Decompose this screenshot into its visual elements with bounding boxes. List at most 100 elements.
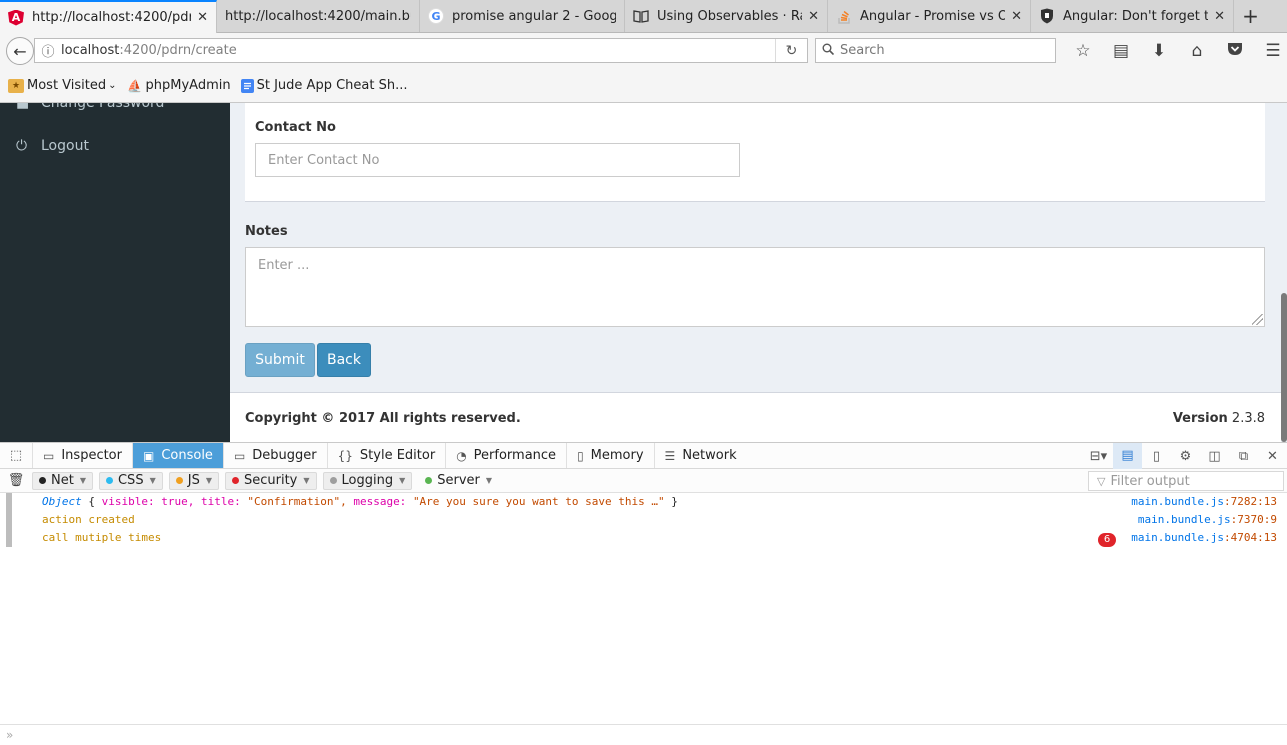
tab-title: Using Observables · Rang <box>657 8 802 24</box>
filter-label: JS <box>187 473 200 488</box>
object-key: title: <box>200 495 241 508</box>
menu-icon[interactable]: ☰ <box>1254 41 1287 61</box>
console-log-row: Object { visible: true, title: "Confirma… <box>0 493 1287 511</box>
chevron-down-icon: ▼ <box>303 476 310 485</box>
reload-icon[interactable]: ↻ <box>775 39 807 62</box>
browser-tab[interactable]: Using Observables · Rang ✕ <box>625 0 828 32</box>
source-file: main.bundle.js <box>1137 513 1231 526</box>
filter-net-button[interactable]: Net ▼ <box>32 471 93 490</box>
contact-no-input[interactable]: Enter Contact No <box>255 143 740 177</box>
devtools-tab-label: Inspector <box>61 448 122 463</box>
log-indicator <box>6 529 12 547</box>
log-message[interactable]: Object { visible: true, title: "Confirma… <box>42 495 678 508</box>
stackoverflow-icon <box>836 8 852 24</box>
responsive-mode-icon[interactable]: ▯ <box>1142 449 1171 464</box>
log-source-link[interactable]: main.bundle.js:7282:13 <box>1131 495 1277 508</box>
clear-console-icon[interactable]: 🗑 <box>0 473 32 488</box>
new-tab-button[interactable]: + <box>1234 0 1267 32</box>
power-icon: ⏻ <box>16 138 28 154</box>
separate-window-icon[interactable]: ⧉ <box>1229 449 1258 464</box>
dock-side-icon[interactable]: ◫ <box>1200 449 1229 464</box>
contact-no-placeholder: Enter Contact No <box>268 152 380 168</box>
home-icon[interactable]: ⌂ <box>1178 41 1216 61</box>
frame-select-icon[interactable]: ⊟▾ <box>1084 449 1113 464</box>
version-label: Version <box>1172 411 1228 426</box>
submit-button[interactable]: Submit <box>245 343 315 377</box>
filter-output-input[interactable]: ▽ Filter output <box>1088 471 1284 491</box>
url-bar[interactable]: ⓘ localhost:4200/pdrn/create ↻ <box>34 38 808 63</box>
bookmark-most-visited[interactable]: ★ Most Visited ⌄ <box>8 78 117 93</box>
chevron-down-icon: ▼ <box>399 476 406 485</box>
page-footer: Copyright © 2017 All rights reserved. Ve… <box>230 392 1281 442</box>
chevron-down-icon: ▼ <box>485 476 493 485</box>
filter-label: Server <box>437 473 480 488</box>
browser-tab[interactable]: G promise angular 2 - Googl <box>420 0 625 32</box>
filter-logging-button[interactable]: Logging ▼ <box>322 471 413 490</box>
close-tab-icon[interactable]: ✕ <box>1214 9 1225 24</box>
object-label: Object <box>42 495 82 508</box>
notes-textarea[interactable]: Enter ... <box>245 247 1265 327</box>
filter-css-button[interactable]: CSS ▼ <box>98 471 163 490</box>
back-form-button[interactable]: Back <box>317 343 371 377</box>
browser-tab[interactable]: Angular - Promise vs Obse ✕ <box>828 0 1031 32</box>
browser-tab[interactable]: http://localhost:4200/main.bun <box>217 0 420 32</box>
close-tab-icon[interactable]: ✕ <box>1011 9 1022 24</box>
sidebar-item-change-password[interactable]: ■ Change Password <box>0 103 230 115</box>
devtools-controls: ⊟▾ ▤ ▯ ⚙ ◫ ⧉ ✕ <box>1084 443 1287 469</box>
bookmark-label: phpMyAdmin <box>145 78 231 93</box>
key-icon: ■ <box>16 103 30 111</box>
docs-icon <box>240 78 254 93</box>
close-tab-icon[interactable]: ✕ <box>808 9 819 24</box>
page-scrollbar[interactable] <box>1281 103 1287 442</box>
notes-label: Notes <box>245 224 288 239</box>
bookmark-star-icon[interactable]: ☆ <box>1064 41 1102 61</box>
log-message: action created <box>42 513 135 526</box>
filter-server-button[interactable]: Server ▼ <box>418 472 499 490</box>
devtools-tab-console[interactable]: ▣ Console <box>132 443 224 468</box>
search-icon <box>822 43 835 59</box>
browser-tab[interactable]: A http://localhost:4200/pdrn/ ✕ <box>0 0 217 33</box>
log-indicator <box>6 511 12 529</box>
bookmark-st-jude[interactable]: St Jude App Cheat Sh... <box>240 78 408 93</box>
sidebar: ■ Change Password ⏻ Logout <box>0 103 230 442</box>
search-input[interactable]: Search <box>815 38 1056 63</box>
reading-list-icon[interactable]: ▤ <box>1102 41 1140 61</box>
devtools-tab-memory[interactable]: ▯ Memory <box>567 443 655 468</box>
console-input[interactable]: » <box>0 724 1287 745</box>
bookmark-phpmyadmin[interactable]: ⛵ phpMyAdmin <box>127 78 231 93</box>
page-scrollbar-thumb[interactable] <box>1281 293 1287 442</box>
devtools-tab-inspector[interactable]: ▭ Inspector <box>33 443 133 468</box>
element-picker-icon[interactable]: ⬚ <box>0 443 33 468</box>
split-console-icon[interactable]: ▤ <box>1113 443 1142 469</box>
browser-tab-strip: A http://localhost:4200/pdrn/ ✕ http://l… <box>0 0 1287 33</box>
devtools-tab-style-editor[interactable]: {} Style Editor <box>328 443 447 468</box>
close-devtools-icon[interactable]: ✕ <box>1258 449 1287 464</box>
back-button[interactable]: ← <box>6 37 34 65</box>
pocket-icon[interactable] <box>1216 41 1254 61</box>
angular-icon: A <box>8 9 24 26</box>
devtools-tab-debugger[interactable]: ▭ Debugger <box>224 443 328 468</box>
object-value: true, <box>161 495 195 508</box>
log-source-link[interactable]: main.bundle.js:4704:13 <box>1131 531 1277 544</box>
settings-icon[interactable]: ⚙ <box>1171 449 1200 464</box>
devtools-tab-label: Style Editor <box>359 448 436 463</box>
server-dot-icon <box>425 477 433 484</box>
browser-tab[interactable]: Angular: Don't forget to ur ✕ <box>1031 0 1234 32</box>
sidebar-item-logout[interactable]: ⏻ Logout <box>0 134 230 158</box>
close-tab-icon[interactable]: ✕ <box>197 10 208 25</box>
info-icon[interactable]: ⓘ <box>35 41 61 60</box>
devtools-panel: ⬚ ▭ Inspector ▣ Console ▭ Debugger {} Style … <box>0 442 1287 745</box>
devtools-tab-performance[interactable]: ◔ Performance <box>446 443 568 468</box>
log-source-link[interactable]: main.bundle.js:7370:9 <box>1138 513 1277 526</box>
filter-security-button[interactable]: Security ▼ <box>224 471 317 490</box>
object-key: visible: <box>101 495 155 508</box>
filter-label: CSS <box>117 473 144 488</box>
tab-title: promise angular 2 - Googl <box>452 8 616 24</box>
download-icon[interactable]: ⬇ <box>1140 41 1178 61</box>
devtools-tab-label: Network <box>682 448 737 463</box>
filter-js-button[interactable]: JS ▼ <box>168 471 219 490</box>
resize-handle-icon[interactable] <box>1252 314 1263 325</box>
filter-label: Logging <box>341 473 394 488</box>
devtools-tab-network[interactable]: ☰ Network <box>655 443 747 468</box>
bookmark-label: St Jude App Cheat Sh... <box>256 78 408 93</box>
